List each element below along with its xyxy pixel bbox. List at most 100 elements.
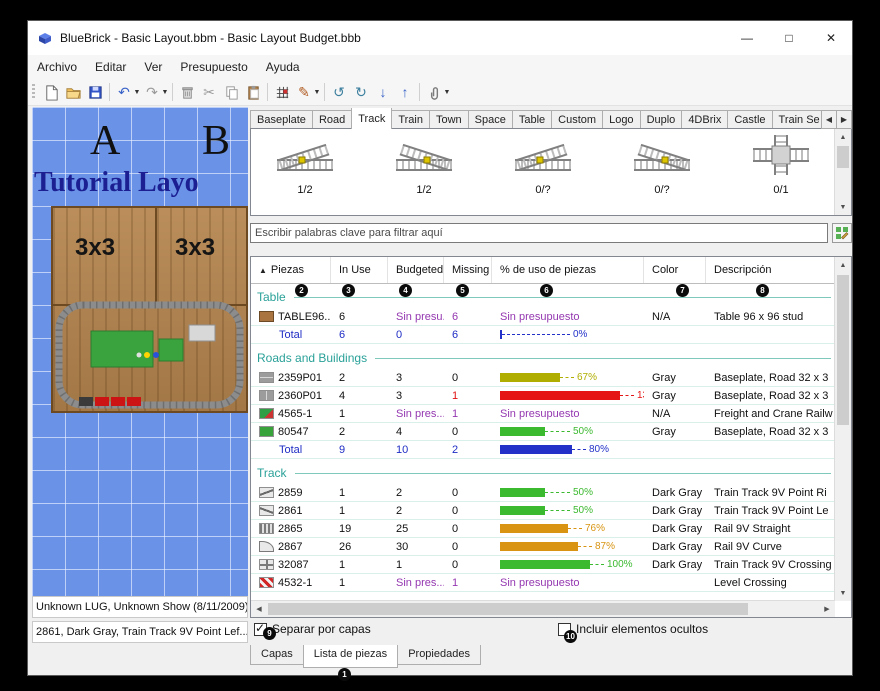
menu-ver[interactable]: Ver (135, 55, 171, 79)
new-button[interactable] (40, 81, 62, 103)
open-button[interactable] (62, 81, 84, 103)
send-backward-button[interactable]: ↓ (372, 81, 394, 103)
tab-track[interactable]: Track (351, 108, 393, 129)
table-row-2861[interactable]: 2861 1 2 0 50% Dark Gray Train Track 9V … (251, 502, 835, 520)
part-thumbnail[interactable]: 1/2 (388, 133, 460, 196)
track-switch-icon (393, 133, 455, 177)
copy-button[interactable] (220, 81, 242, 103)
save-button[interactable] (84, 81, 106, 103)
tab-baseplate[interactable]: Baseplate (250, 110, 313, 129)
menu-archivo[interactable]: Archivo (28, 55, 86, 79)
annotation-10: 10 (564, 630, 577, 643)
menu-presupuesto[interactable]: Presupuesto (171, 55, 256, 79)
cut-button[interactable]: ✂ (198, 81, 220, 103)
scroll-down-icon[interactable]: ▼ (835, 585, 851, 601)
annotation-8: 8 (756, 284, 769, 297)
tab-custom[interactable]: Custom (551, 110, 604, 129)
column-header-color[interactable]: Color (644, 257, 706, 283)
delete-button[interactable] (176, 81, 198, 103)
parts-scrollbar[interactable]: ▲ ▼ (834, 129, 851, 215)
column-header-usage[interactable]: % de uso de piezas (492, 257, 644, 283)
tab-space[interactable]: Space (467, 110, 513, 129)
usage-bar: 87% (492, 541, 644, 552)
redo-icon: ↷ (146, 84, 158, 100)
tab-train-sets[interactable]: Train Se (771, 110, 827, 129)
attach-button[interactable] (423, 81, 445, 103)
tab-scroll-right-icon[interactable]: ▶ (836, 110, 852, 129)
menu-editar[interactable]: Editar (86, 55, 135, 79)
total-label: Total (279, 328, 303, 341)
green-baseplate (158, 338, 184, 362)
filter-edit-button[interactable] (832, 223, 852, 243)
maximize-button[interactable]: □ (768, 21, 810, 55)
group-header-roads: Roads and Buildings (251, 344, 835, 369)
paste-button[interactable] (242, 81, 264, 103)
undo-button[interactable]: ↶ (113, 81, 135, 103)
tab-4dbrix[interactable]: 4DBrix (681, 110, 729, 129)
include-hidden-checkbox[interactable]: Incluir elementos ocultos (558, 622, 708, 636)
budget-vertical-scrollbar[interactable]: ▲ ▼ (834, 257, 851, 601)
table-row-32087[interactable]: 32087 1 1 0 100% Dark Gray Train Track 9… (251, 556, 835, 574)
tab-train[interactable]: Train (391, 110, 430, 129)
part-thumbnail[interactable]: 1/2 (269, 133, 341, 196)
filter-input[interactable] (250, 223, 828, 243)
table-row-4565-1[interactable]: 4565-1 1 Sin pres... 1 Sin presupuesto N… (251, 405, 835, 423)
layout-map[interactable]: A B Tutorial Layo 3x3 3x3 (32, 107, 248, 596)
table-row-2859[interactable]: 2859 1 2 0 50% Dark Gray Train Track 9V … (251, 484, 835, 502)
tab-castle[interactable]: Castle (727, 110, 773, 129)
scroll-right-icon[interactable]: ▶ (819, 601, 835, 617)
scroll-down-icon[interactable]: ▼ (835, 199, 851, 215)
filter-grid-icon (836, 227, 849, 240)
scroll-left-icon[interactable]: ◀ (251, 601, 267, 617)
budget-horizontal-scrollbar[interactable]: ◀ ▶ (251, 600, 835, 617)
track-switch-icon (631, 133, 693, 177)
toolbar-grip[interactable] (32, 84, 35, 100)
part-thumbnail[interactable]: 0/? (626, 133, 698, 196)
tab-propiedades[interactable]: Propiedades (397, 645, 481, 665)
table-row-2865[interactable]: 2865 19 25 0 76% Dark Gray Rail 9V Strai… (251, 520, 835, 538)
tab-scroll-left-icon[interactable]: ◀ (821, 110, 837, 129)
paint-grid-button[interactable] (271, 81, 293, 103)
tab-town[interactable]: Town (428, 110, 469, 129)
table-row-80547[interactable]: 80547 2 4 0 50% Gray Baseplate, Road 32 … (251, 423, 835, 441)
tab-duplo[interactable]: Duplo (639, 110, 683, 129)
part-usage-table: ▲ Piezas In Use Budgeted Missing % de us… (250, 256, 852, 618)
tab-road[interactable]: Road (311, 110, 353, 129)
column-header-missing[interactable]: Missing (444, 257, 492, 283)
part-thumbnail[interactable]: 0/1 (745, 133, 817, 196)
title-bar[interactable]: BlueBrick - Basic Layout.bbm - Basic Lay… (28, 21, 852, 55)
table-row-2360p01[interactable]: 2360P01 4 3 1 133% Gray Baseplate, Road … (251, 387, 835, 405)
table-row-2867[interactable]: 2867 26 30 0 87% Dark Gray Rail 9V Curve (251, 538, 835, 556)
scroll-up-icon[interactable]: ▲ (835, 257, 851, 273)
close-button[interactable]: ✕ (810, 21, 852, 55)
part-id: 2861 (278, 504, 303, 517)
column-header-in-use[interactable]: In Use (331, 257, 388, 283)
minimize-button[interactable]: — (726, 21, 768, 55)
table-row-table96[interactable]: TABLE96... 6 Sin presu... 6 Sin presupue… (251, 308, 835, 326)
column-header-budgeted[interactable]: Budgeted (388, 257, 444, 283)
toolbar-separator (172, 83, 173, 101)
redo-button[interactable]: ↷ (141, 81, 163, 103)
scroll-up-icon[interactable]: ▲ (835, 129, 851, 145)
tab-capas[interactable]: Capas (250, 645, 304, 665)
column-header-piezas[interactable]: ▲ Piezas (251, 257, 331, 283)
scrollbar-thumb[interactable] (268, 603, 748, 615)
bring-forward-button[interactable]: ↑ (394, 81, 416, 103)
group-header-track: Track (251, 459, 835, 484)
table-row-2359p01[interactable]: 2359P01 2 3 0 67% Gray Baseplate, Road 3… (251, 369, 835, 387)
usage-bar: 80% (492, 444, 644, 455)
scrollbar-thumb[interactable] (837, 275, 849, 425)
column-header-description[interactable]: Descripción (706, 257, 835, 283)
tab-lista-de-piezas[interactable]: Lista de piezas (302, 645, 399, 668)
tab-logo[interactable]: Logo (602, 110, 641, 129)
group-name: Roads and Buildings (257, 351, 368, 365)
tab-table[interactable]: Table (511, 110, 553, 129)
scrollbar-thumb[interactable] (837, 146, 849, 168)
rotate-ccw-button[interactable]: ↺ (328, 81, 350, 103)
draw-pen-button[interactable]: ✎ (293, 81, 315, 103)
table-row-4532-1[interactable]: 4532-1 1 Sin pres... 1 Sin presupuesto L… (251, 574, 835, 592)
menu-ayuda[interactable]: Ayuda (257, 55, 309, 79)
rotate-cw-button[interactable]: ↻ (350, 81, 372, 103)
part-id: 2865 (278, 522, 303, 535)
part-thumbnail[interactable]: 0/? (507, 133, 579, 196)
